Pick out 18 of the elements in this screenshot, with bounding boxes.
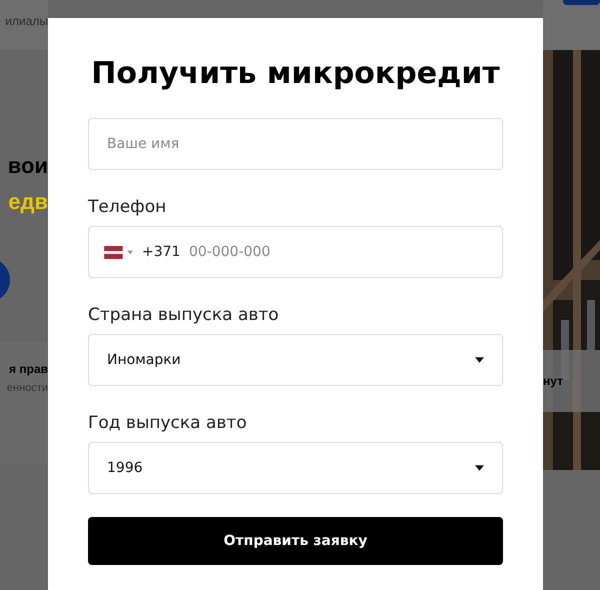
feature-title: нут (543, 374, 563, 388)
header-button[interactable] (563, 0, 600, 5)
feature-text: енности (6, 382, 48, 394)
feature-title: я прав (9, 362, 48, 376)
hero-headline: вои (8, 152, 48, 180)
select-field[interactable]: Иномарки (88, 334, 503, 386)
flag-icon[interactable] (104, 246, 134, 258)
field-label: Год выпуска авто (88, 412, 248, 434)
caret-icon (475, 465, 484, 471)
field-label: Страна выпуска авто (88, 304, 280, 326)
modal-title: Получить микрокредит (90, 55, 501, 93)
select-field[interactable]: 1996 (88, 442, 503, 494)
caret-icon (475, 357, 484, 363)
hero-headline-accent: едв (8, 188, 48, 216)
phone-prefix: +371 (142, 244, 180, 260)
name-field[interactable]: Ваше имя (88, 118, 503, 170)
submit-button[interactable]: Отправить заявку (88, 517, 503, 565)
field-label: Телефон (88, 196, 168, 218)
